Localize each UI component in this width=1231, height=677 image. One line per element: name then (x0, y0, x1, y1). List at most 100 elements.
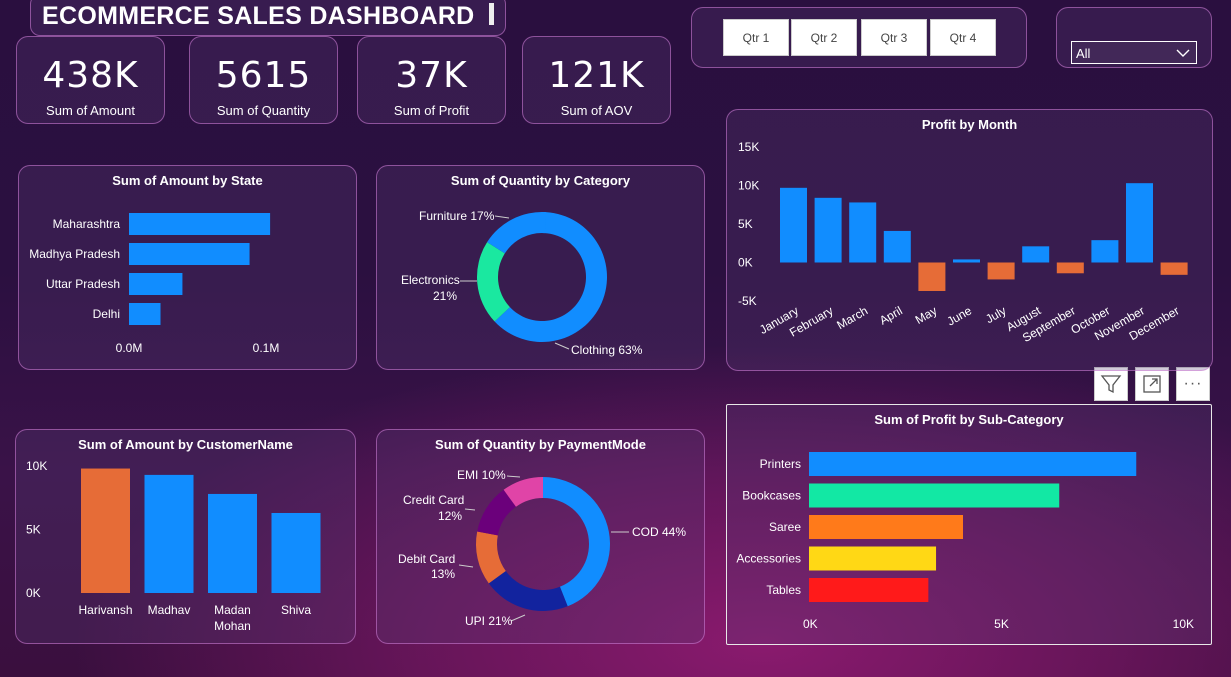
kpi-value: 5615 (215, 55, 312, 96)
y-tick-label: 0K (738, 256, 753, 270)
kpi-label: Sum of Amount (46, 103, 135, 118)
kpi-label: Sum of Profit (393, 103, 470, 118)
bar-june[interactable] (953, 259, 980, 263)
slice-electronics[interactable] (477, 242, 510, 322)
profit-by-month-chart[interactable]: 15K10K5K0K-5KJanuaryFebruaryMarch April Ma… (727, 110, 1214, 372)
bar-delhi[interactable] (129, 303, 161, 325)
filter-button[interactable] (1094, 367, 1128, 401)
focus-mode-icon (1143, 375, 1161, 393)
x-tick-label: June (944, 303, 974, 328)
x-tick-label: 5K (994, 617, 1009, 631)
state-dropdown[interactable]: All (1071, 41, 1197, 64)
category-label: Bookcases (742, 489, 801, 503)
x-tick-label: April (877, 303, 905, 327)
upi-label: UPI 21% (465, 614, 513, 628)
leader-line (494, 215, 510, 219)
kpi-value: 121K (548, 55, 645, 96)
bar-maharashtra[interactable] (129, 213, 271, 235)
qtr-3-button[interactable]: Qtr 3 (861, 19, 927, 56)
kpi-card-aov: 121K Sum of AOV (522, 36, 671, 124)
bar-december[interactable] (1160, 262, 1188, 275)
profit-by-subcategory-panel: Sum of Profit by Sub-Category Printers Bo… (726, 404, 1212, 645)
bar-march[interactable] (849, 202, 877, 263)
category-label: Madhya Pradesh (29, 247, 120, 261)
category-label: Delhi (93, 307, 120, 321)
kpi-card-amount: 438K Sum of Amount (16, 36, 165, 124)
amount-by-state-panel: Sum of Amount by State Maharashtra Madhya… (18, 165, 357, 370)
qtr-4-button[interactable]: Qtr 4 (930, 19, 996, 56)
x-tick-label: March (834, 303, 870, 332)
quarter-slicer: Qtr 1 Qtr 2 Qtr 3 Qtr 4 (691, 7, 1027, 68)
more-options-icon: ··· (1183, 375, 1203, 392)
kpi-card-profit: 37K Sum of Profit (357, 36, 506, 124)
y-tick-label: -5K (738, 294, 757, 308)
slice-cod[interactable] (543, 477, 610, 607)
bar-saree[interactable] (809, 515, 963, 539)
state-slicer: All (1056, 7, 1212, 68)
credit-card-label: Credit Card (403, 493, 465, 507)
focus-mode-button[interactable] (1135, 367, 1169, 401)
kpi-card-quantity: 5615 Sum of Quantity (189, 36, 338, 124)
slice-upi[interactable] (488, 571, 568, 611)
state-bars[interactable]: Maharashtra Madhya Pradesh Uttar Pradesh De… (19, 166, 358, 371)
state-dropdown-value: All (1076, 46, 1091, 61)
bar-may[interactable] (918, 262, 946, 291)
credit-card-pct-label: 12% (438, 509, 463, 523)
slice-furniture[interactable] (487, 212, 547, 254)
leader-line (510, 614, 526, 622)
debit-card-label: Debit Card (398, 552, 456, 566)
bar-customer[interactable] (81, 468, 130, 593)
x-tick-label: Madhav (148, 603, 191, 617)
bar-bookcases[interactable] (809, 483, 1060, 508)
kpi-value: 37K (395, 55, 468, 96)
qtr-1-button[interactable]: Qtr 1 (723, 19, 789, 56)
x-tick-label: May (913, 303, 940, 326)
bar-tables[interactable] (809, 578, 929, 602)
chevron-down-icon (1176, 49, 1190, 57)
qty-by-payment-panel: Sum of Quantity by PaymentMode EMI 10% C… (376, 429, 705, 644)
leader-line (554, 342, 570, 350)
x-tick-label: 0K (803, 617, 818, 631)
bar-october[interactable] (1091, 240, 1119, 263)
electronics-label: Electronics (401, 273, 460, 287)
category-label: Tables (766, 583, 801, 597)
bar-printers[interactable] (809, 452, 1137, 476)
bar-accessories[interactable] (809, 546, 937, 571)
category-label: Uttar Pradesh (46, 277, 120, 291)
bar-april[interactable] (883, 230, 911, 263)
x-tick-label: Mohan (214, 619, 251, 633)
x-tick-label: Madan (214, 603, 251, 617)
kpi-label: Sum of AOV (560, 103, 633, 118)
leader-line (464, 508, 476, 511)
qty-by-category-panel: Sum of Quantity by Category Furniture 17… (376, 165, 705, 370)
category-label: Maharashtra (53, 217, 121, 231)
y-tick-label: 5K (26, 523, 41, 537)
y-tick-label: 0K (26, 586, 41, 600)
x-tick-label: Shiva (281, 603, 311, 617)
profit-by-subcategory-chart[interactable]: Printers Bookcases Saree Accessories Tables 0… (727, 405, 1213, 646)
y-tick-label: 10K (738, 179, 759, 193)
x-tick-label: 0.0M (116, 341, 143, 355)
bar-september[interactable] (1056, 262, 1084, 274)
x-tick-label: 0.1M (253, 341, 280, 355)
leader-line (458, 564, 474, 568)
bar-january[interactable] (780, 187, 807, 263)
bar-august[interactable] (1022, 246, 1050, 263)
qty-by-category-donut[interactable] (377, 166, 706, 371)
bar-madhya-pradesh[interactable] (129, 243, 250, 265)
bar-customer[interactable] (144, 474, 194, 593)
furniture-label: Furniture 17% (419, 209, 495, 223)
bar-uttar-pradesh[interactable] (129, 273, 183, 295)
more-options-button[interactable]: ··· (1176, 367, 1210, 401)
bar-customer[interactable] (271, 512, 321, 593)
bar-february[interactable] (814, 197, 842, 263)
category-label: Accessories (736, 552, 801, 566)
amount-by-customer-chart[interactable]: 10K 5K 0K Harivansh Madhav Madan Mohan Shiva (16, 430, 357, 645)
bar-november[interactable] (1126, 183, 1153, 263)
category-label: Printers (760, 457, 801, 471)
debit-card-pct-label: 13% (431, 567, 456, 581)
bar-customer[interactable] (208, 493, 257, 593)
bar-july[interactable] (987, 262, 1015, 280)
category-label: Saree (769, 520, 801, 534)
qtr-2-button[interactable]: Qtr 2 (791, 19, 857, 56)
